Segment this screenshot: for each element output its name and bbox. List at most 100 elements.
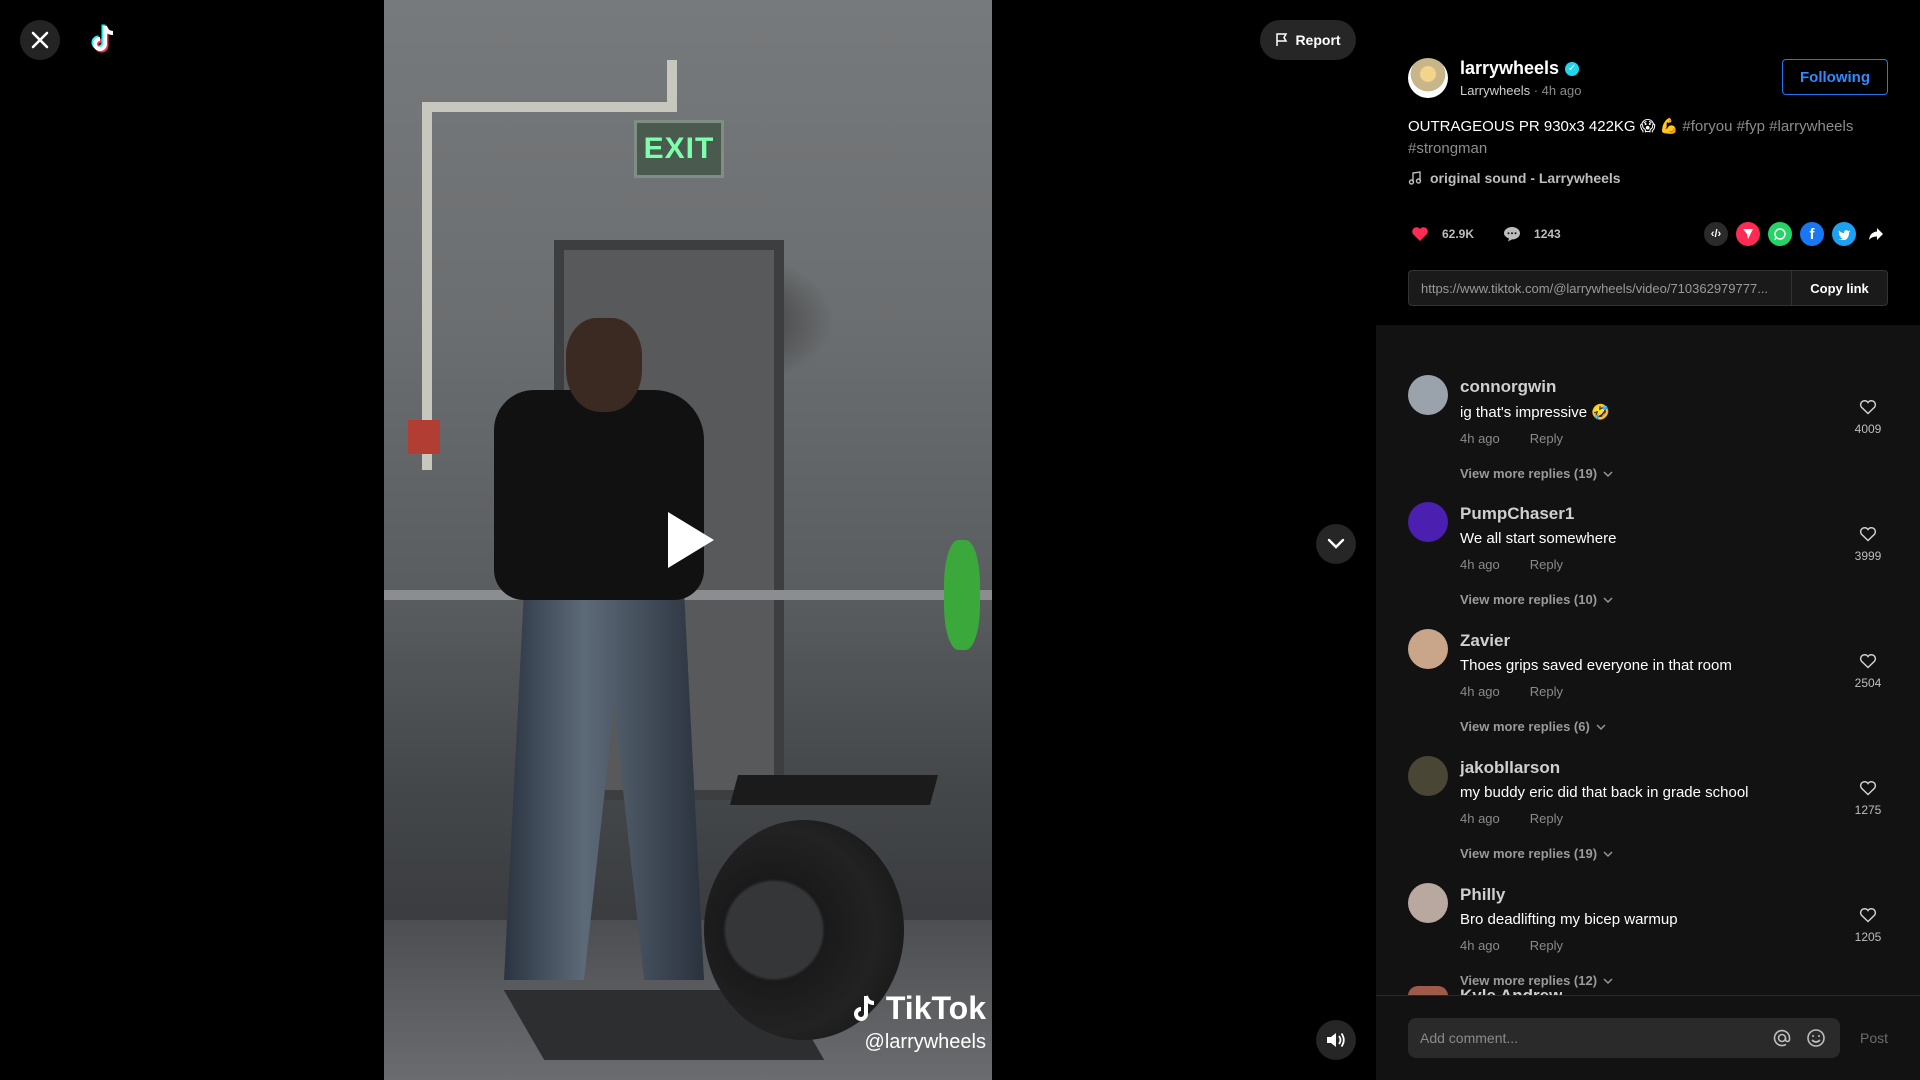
reply-button[interactable]: Reply [1530, 431, 1563, 446]
video-info: larrywheels ✓ Larrywheels · 4h ago Follo… [1376, 0, 1920, 325]
details-panel: larrywheels ✓ Larrywheels · 4h ago Follo… [1376, 0, 1920, 1080]
comment-like-count: 1205 [1854, 930, 1882, 944]
emoji-button[interactable] [1804, 1026, 1828, 1050]
heart-outline-icon [1859, 908, 1877, 923]
mention-button[interactable] [1770, 1026, 1794, 1050]
close-icon [31, 31, 49, 49]
chevron-down-icon [1327, 538, 1345, 549]
caption-text: OUTRAGEOUS PR 930x3 422KG 😱 💪 [1408, 118, 1679, 135]
following-button[interactable]: Following [1782, 59, 1888, 95]
next-video-button[interactable] [1316, 524, 1356, 564]
fire-alarm [408, 420, 440, 454]
share-row: ‹/› f [1704, 222, 1888, 246]
author-display-name: Larrywheels [1460, 83, 1531, 98]
embed-icon[interactable]: ‹/› [1704, 222, 1728, 246]
like-button[interactable] [1408, 222, 1432, 246]
share-icon[interactable] [1864, 222, 1888, 246]
comment-list[interactable]: connorgwin ig that's impressive 🤣 4h ago… [1376, 325, 1920, 995]
commenter-username[interactable]: connorgwin [1460, 377, 1840, 397]
comment-like[interactable]: 1275 [1848, 780, 1888, 817]
commenter-avatar[interactable] [1408, 502, 1448, 542]
comment-like[interactable]: 2504 [1848, 653, 1888, 690]
heart-outline-icon [1859, 654, 1877, 669]
wall-pipe [667, 60, 677, 112]
commenter-avatar[interactable] [1408, 375, 1448, 415]
send-icon[interactable] [1736, 222, 1760, 246]
flag-icon [1276, 33, 1288, 46]
sound-link[interactable]: original sound - Larrywheels [1408, 170, 1888, 186]
tiktok-logo-icon[interactable] [86, 22, 122, 58]
commenter-avatar[interactable] [1408, 629, 1448, 669]
facebook-icon[interactable]: f [1800, 222, 1824, 246]
comment-time: 4h ago [1460, 431, 1500, 446]
comment-item: Philly Bro deadlifting my bicep warmup 4… [1408, 859, 1888, 988]
watermark-brand: TikTok [885, 990, 986, 1026]
author-username[interactable]: larrywheels [1460, 58, 1559, 79]
comment-input[interactable] [1420, 1030, 1760, 1046]
verified-icon: ✓ [1565, 61, 1580, 76]
commenter-avatar[interactable] [1408, 883, 1448, 923]
comment-like-count: 1275 [1854, 803, 1882, 817]
comment-text: ig that's impressive 🤣 [1460, 404, 1610, 421]
author-avatar[interactable] [1408, 58, 1448, 98]
volume-button[interactable] [1316, 1020, 1356, 1060]
heart-outline-icon [1859, 400, 1877, 415]
commenter-username[interactable]: Philly [1460, 885, 1840, 905]
comment-time: 4h ago [1460, 557, 1500, 572]
reply-button[interactable]: Reply [1530, 557, 1563, 572]
athlete-head [566, 318, 642, 412]
commenter-avatar[interactable] [1408, 756, 1448, 796]
posted-time: 4h ago [1541, 83, 1582, 98]
comment-text: Bro deadlifting my bicep warmup [1460, 911, 1678, 928]
comment-like[interactable]: 3999 [1848, 526, 1888, 563]
actions-row: 62.9K 1243 ‹/› f [1408, 220, 1888, 248]
twitter-icon[interactable] [1832, 222, 1856, 246]
tiktok-note-icon [853, 994, 874, 1021]
music-note-icon [1408, 171, 1422, 185]
post-button[interactable]: Post [1860, 1030, 1888, 1046]
chevron-down-icon [1603, 851, 1613, 857]
sound-name: original sound - Larrywheels [1430, 170, 1621, 186]
commenter-username[interactable]: PumpChaser1 [1460, 504, 1840, 524]
athlete-torso [494, 390, 704, 600]
comment-text: my buddy eric did that back in grade sch… [1460, 784, 1749, 801]
play-icon[interactable] [668, 512, 714, 568]
watermark-handle: @larrywheels [864, 1031, 986, 1053]
commenter-avatar[interactable] [1408, 986, 1448, 995]
comment-like-count: 2504 [1854, 676, 1882, 690]
exit-sign: EXIT [634, 120, 724, 178]
commenter-username[interactable]: Kyle Andrew [1460, 986, 1562, 995]
comment-like[interactable]: 1205 [1848, 907, 1888, 944]
comment-time: 4h ago [1460, 811, 1500, 826]
weight-plate [944, 540, 980, 650]
comment-item: Kyle Andrew [1408, 986, 1888, 995]
report-button[interactable]: Report [1260, 20, 1356, 60]
reply-button[interactable]: Reply [1530, 684, 1563, 699]
volume-icon [1327, 1032, 1345, 1048]
hashtag-link[interactable]: #fyp [1737, 118, 1765, 135]
comment-text: Thoes grips saved everyone in that room [1460, 657, 1732, 674]
report-label: Report [1295, 32, 1341, 48]
commenter-username[interactable]: Zavier [1460, 631, 1840, 651]
hashtag-link[interactable]: #larrywheels [1769, 118, 1853, 135]
reply-button[interactable]: Reply [1530, 811, 1563, 826]
hashtag-link[interactable]: #strongman [1408, 140, 1487, 157]
whatsapp-icon[interactable] [1768, 222, 1792, 246]
copy-link-button[interactable]: Copy link [1791, 271, 1887, 305]
comment-like-count: 3999 [1854, 549, 1882, 563]
video-watermark: TikTok @larrywheels [836, 990, 986, 1054]
comment-like[interactable]: 4009 [1848, 399, 1888, 436]
comment-time: 4h ago [1460, 938, 1500, 953]
comment-item: Zavier Thoes grips saved everyone in tha… [1408, 605, 1888, 734]
video-url[interactable]: https://www.tiktok.com/@larrywheels/vide… [1409, 281, 1791, 296]
hashtag-link[interactable]: #foryou [1682, 118, 1732, 135]
heart-icon [1412, 227, 1428, 241]
commenter-username[interactable]: jakobllarson [1460, 758, 1840, 778]
chevron-down-icon [1596, 724, 1606, 730]
close-button[interactable] [20, 20, 60, 60]
heart-outline-icon [1859, 527, 1877, 542]
comment-button[interactable] [1500, 222, 1524, 246]
reply-button[interactable]: Reply [1530, 938, 1563, 953]
comment-composer: Post [1376, 995, 1920, 1080]
chevron-down-icon [1603, 597, 1613, 603]
